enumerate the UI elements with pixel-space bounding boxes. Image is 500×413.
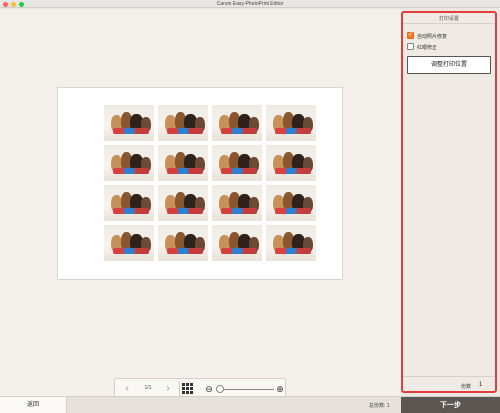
grid-icon[interactable] <box>182 383 194 395</box>
photo-thumbnail[interactable] <box>104 105 154 141</box>
photo-thumbnail[interactable] <box>212 185 262 221</box>
dog-outfits <box>113 248 149 254</box>
next-step-button[interactable]: 下一步 <box>401 397 500 413</box>
print-preview <box>57 87 343 280</box>
dog-outfits <box>113 168 149 174</box>
footer-bar: 返回 总份数: 1 下一步 <box>0 396 500 413</box>
dog-outfits <box>275 168 311 174</box>
photo-thumbnail[interactable] <box>104 185 154 221</box>
adjust-print-position-button[interactable]: 调整打印位置 <box>407 56 491 74</box>
total-copies-text: 总份数: 1 <box>369 403 390 409</box>
photo-thumbnail[interactable] <box>104 145 154 181</box>
dog-outfits <box>167 128 203 134</box>
title-bar: Canon Easy-PhotoPrint Editor <box>0 0 500 8</box>
print-settings-panel: 打印设置 ✓ 自动照片修复 红眼修正 调整打印位置 份数 1 <box>401 11 497 393</box>
copies-label: 份数 <box>461 384 472 390</box>
auto-photo-fix-label: 自动照片修复 <box>417 34 448 40</box>
photo-thumbnail[interactable] <box>104 225 154 261</box>
dog-outfits <box>221 128 257 134</box>
dog-outfits <box>221 168 257 174</box>
chevron-left-icon[interactable]: ‹ <box>120 382 134 396</box>
photo-thumbnail[interactable] <box>266 225 316 261</box>
window-title: Canon Easy-PhotoPrint Editor <box>216 1 284 7</box>
copies-stepper[interactable]: 1 <box>479 382 482 388</box>
photo-thumbnail[interactable] <box>266 105 316 141</box>
dog-outfits <box>113 128 149 134</box>
photo-thumbnail[interactable] <box>158 185 208 221</box>
auto-photo-fix-checkbox[interactable]: ✓ <box>407 32 414 39</box>
chevron-right-icon[interactable]: › <box>161 382 175 396</box>
back-button[interactable]: 返回 <box>0 397 67 413</box>
photo-thumbnail[interactable] <box>158 105 208 141</box>
dog-outfits <box>275 128 311 134</box>
dog-outfits <box>221 208 257 214</box>
photo-thumbnail[interactable] <box>212 105 262 141</box>
red-eye-correction-checkbox[interactable] <box>407 43 414 50</box>
photo-grid <box>104 105 318 266</box>
zoom-out-icon[interactable]: ⊖ <box>202 382 216 396</box>
photo-thumbnail[interactable] <box>266 145 316 181</box>
dog-outfits <box>221 248 257 254</box>
dog-outfits <box>167 208 203 214</box>
photo-thumbnail[interactable] <box>212 225 262 261</box>
panel-title: 打印设置 <box>438 16 459 22</box>
panel-bottom-divider <box>403 376 495 377</box>
page-indicator: 1/1 <box>144 385 152 391</box>
dog-outfits <box>275 208 311 214</box>
dog-outfits <box>167 168 203 174</box>
zoom-slider-handle[interactable] <box>216 385 224 393</box>
dog-outfits <box>167 248 203 254</box>
dog-outfits <box>275 248 311 254</box>
zoom-slider-track[interactable] <box>216 389 274 390</box>
photo-thumbnail[interactable] <box>266 185 316 221</box>
main-area: ‹ 1/1 › ⊖ ⊕ <box>0 9 401 399</box>
dog-outfits <box>113 208 149 214</box>
photo-thumbnail[interactable] <box>158 145 208 181</box>
zoom-in-icon[interactable]: ⊕ <box>273 382 287 396</box>
toolbar-divider <box>179 382 180 396</box>
photo-thumbnail[interactable] <box>212 145 262 181</box>
panel-divider <box>403 23 495 24</box>
photo-thumbnail[interactable] <box>158 225 208 261</box>
red-eye-correction-label: 红眼修正 <box>417 45 438 51</box>
